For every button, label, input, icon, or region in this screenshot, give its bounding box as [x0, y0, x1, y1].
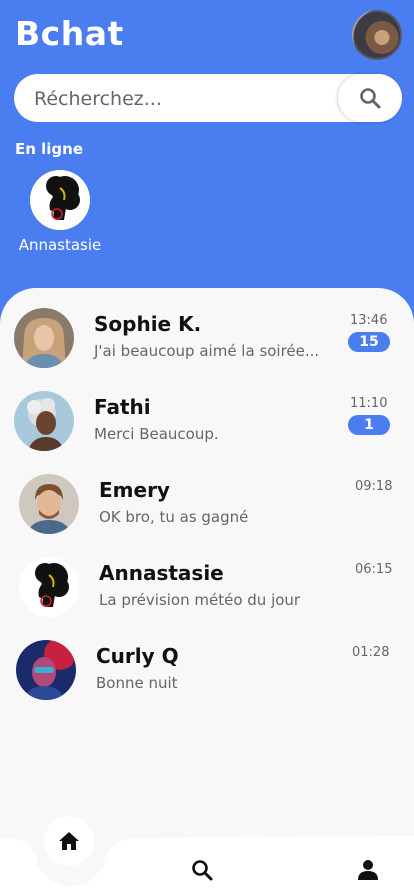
- nav-search-button[interactable]: [182, 850, 222, 890]
- chat-avatar: [19, 557, 79, 617]
- nav-home-button[interactable]: [44, 816, 94, 866]
- chat-avatar: [14, 391, 74, 451]
- search-icon: [360, 88, 381, 109]
- chat-item-emery[interactable]: Emery OK bro, tu as gagné 09:18: [0, 474, 414, 550]
- chat-message: J'ai beaucoup aimé la soirée...: [94, 342, 320, 360]
- user-icon: [358, 860, 378, 880]
- bottom-nav: [0, 816, 414, 896]
- chat-list-panel: Sophie K. J'ai beaucoup aimé la soirée..…: [0, 288, 414, 896]
- chat-avatar: [14, 308, 74, 368]
- unread-badge: 15: [348, 332, 390, 352]
- chat-time: 09:18: [355, 479, 393, 494]
- chat-item-annastasie[interactable]: Annastasie La prévision météo du jour 06…: [0, 557, 414, 633]
- online-user-annastasie[interactable]: Annastasie: [18, 170, 102, 254]
- chat-time: 01:28: [352, 645, 390, 660]
- chat-name: Sophie K.: [94, 312, 202, 336]
- chat-name: Annastasie: [99, 561, 224, 585]
- chat-item-sophie-k[interactable]: Sophie K. J'ai beaucoup aimé la soirée..…: [0, 308, 414, 384]
- search-input[interactable]: [32, 74, 336, 124]
- app-title: Bchat: [15, 14, 124, 53]
- chat-avatar: [16, 640, 76, 700]
- home-icon: [59, 832, 79, 850]
- online-section-title: En ligne: [15, 140, 84, 158]
- chat-message: Merci Beaucoup.: [94, 425, 219, 443]
- search-icon: [192, 860, 213, 881]
- profile-avatar[interactable]: [352, 10, 402, 60]
- chat-message: OK bro, tu as gagné: [99, 508, 249, 526]
- chat-message: Bonne nuit: [96, 674, 178, 692]
- chat-name: Fathi: [94, 395, 151, 419]
- chat-time: 06:15: [355, 562, 393, 577]
- chat-name: Curly Q: [96, 644, 179, 668]
- chat-item-fathi[interactable]: Fathi Merci Beaucoup. 11:10 1: [0, 391, 414, 467]
- nav-profile-button[interactable]: [348, 850, 388, 890]
- chat-name: Emery: [99, 478, 170, 502]
- unread-badge: 1: [348, 415, 390, 435]
- chat-item-curly-q[interactable]: Curly Q Bonne nuit 01:28: [0, 640, 414, 716]
- search-button[interactable]: [338, 74, 402, 122]
- online-user-avatar: [30, 170, 90, 230]
- chat-time: 11:10: [350, 396, 388, 411]
- chat-avatar: [19, 474, 79, 534]
- online-user-name: Annastasie: [18, 236, 102, 254]
- search-bar: [14, 74, 402, 124]
- chat-time: 13:46: [350, 313, 388, 328]
- chat-message: La prévision météo du jour: [99, 591, 301, 609]
